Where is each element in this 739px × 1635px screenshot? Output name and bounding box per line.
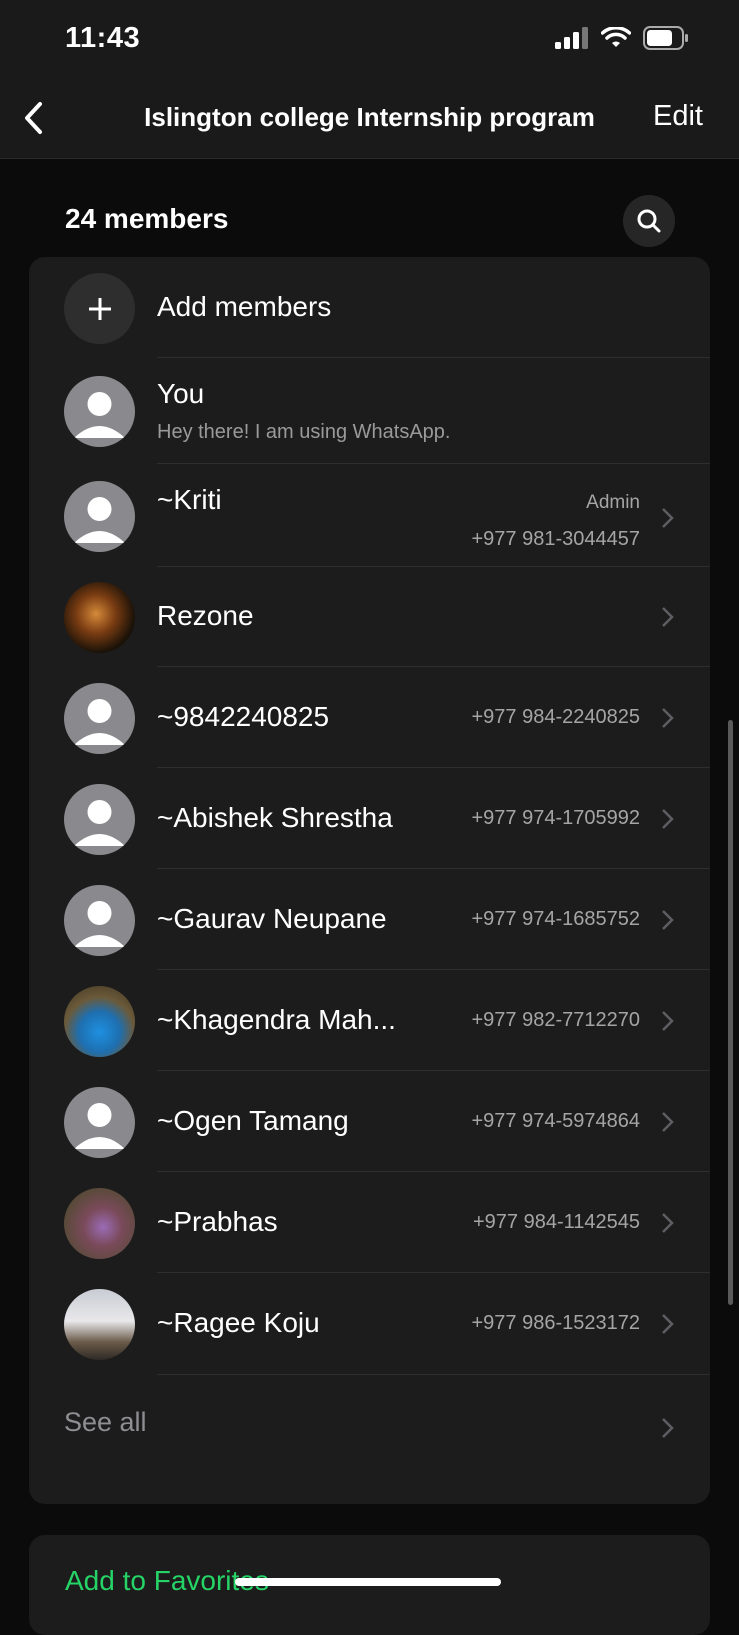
- chevron-right-icon: [662, 1011, 674, 1031]
- member-row[interactable]: Rezone: [29, 567, 710, 667]
- member-name: ~Khagendra Mah...: [157, 1004, 396, 1035]
- status-icons: [555, 26, 689, 50]
- member-name: ~Kriti: [157, 484, 222, 515]
- default-avatar-icon: [64, 376, 135, 447]
- member-name: Rezone: [157, 600, 254, 631]
- member-row[interactable]: ~9842240825 +977 984-2240825: [29, 667, 710, 768]
- member-name: ~Abishek Shrestha: [157, 802, 393, 833]
- member-phone: +977 981-3044457: [471, 528, 641, 550]
- member-phone: +977 986-1523172: [471, 1312, 641, 1334]
- member-name: ~Ragee Koju: [157, 1307, 320, 1338]
- member-phone: +977 984-2240825: [471, 706, 641, 728]
- signal-icon: [555, 27, 588, 49]
- status-bar: 11:43: [0, 0, 739, 80]
- chevron-right-icon: [662, 607, 674, 627]
- chevron-right-icon: [662, 1112, 674, 1132]
- chevron-right-icon: [662, 1213, 674, 1233]
- member-phone: +977 974-1705992: [471, 807, 641, 829]
- chevron-right-icon: [662, 1418, 674, 1438]
- chevron-right-icon: [662, 809, 674, 829]
- photo-avatar: [64, 1188, 135, 1259]
- see-all-row[interactable]: See all: [29, 1375, 710, 1481]
- edit-button[interactable]: Edit: [653, 100, 703, 133]
- members-count: 24 members: [65, 203, 229, 234]
- member-row-you[interactable]: You Hey there! I am using WhatsApp.: [29, 358, 710, 464]
- search-members-button[interactable]: [623, 195, 675, 247]
- member-name: ~Gaurav Neupane: [157, 903, 387, 934]
- nav-bar: Islington college Internship program Edi…: [0, 80, 739, 159]
- default-avatar-icon: [64, 885, 135, 956]
- default-avatar-icon: [64, 481, 135, 552]
- chevron-right-icon: [662, 708, 674, 728]
- member-phone: +977 974-5974864: [471, 1110, 641, 1132]
- search-icon: [637, 209, 661, 233]
- photo-avatar: [64, 1289, 135, 1360]
- member-row[interactable]: ~Ogen Tamang +977 974-5974864: [29, 1071, 710, 1172]
- chevron-right-icon: [662, 1314, 674, 1334]
- status-time: 11:43: [65, 22, 141, 54]
- member-phone: +977 982-7712270: [471, 1009, 641, 1031]
- member-row[interactable]: ~Abishek Shrestha +977 974-1705992: [29, 768, 710, 869]
- add-members-label: Add members: [157, 291, 332, 322]
- default-avatar-icon: [64, 683, 135, 754]
- wifi-icon: [601, 27, 631, 47]
- member-name: You: [157, 378, 205, 409]
- chevron-right-icon: [662, 910, 674, 930]
- home-indicator[interactable]: [235, 1578, 501, 1586]
- member-status: Hey there! I am using WhatsApp.: [157, 421, 451, 443]
- chevron-right-icon: [662, 508, 674, 528]
- battery-icon: [643, 26, 688, 50]
- member-name: ~Ogen Tamang: [157, 1105, 349, 1136]
- add-icon: [64, 273, 135, 344]
- member-row[interactable]: ~Gaurav Neupane +977 974-1685752: [29, 869, 710, 970]
- member-row[interactable]: ~Khagendra Mah... +977 982-7712270: [29, 970, 710, 1071]
- photo-avatar: [64, 986, 135, 1057]
- member-name: ~Prabhas: [157, 1206, 278, 1237]
- see-all-label: See all: [64, 1407, 147, 1437]
- members-card: Add members You Hey there! I am using Wh…: [29, 257, 710, 1504]
- group-title: Islington college Internship program: [144, 102, 595, 132]
- member-row[interactable]: ~Kriti Admin +977 981-3044457: [29, 464, 710, 567]
- member-row[interactable]: ~Prabhas +977 984-1142545: [29, 1172, 710, 1273]
- add-members-row[interactable]: Add members: [29, 257, 710, 358]
- member-phone: +977 974-1685752: [471, 908, 641, 930]
- admin-badge: Admin: [586, 492, 640, 513]
- scrollbar[interactable]: [728, 720, 733, 1305]
- photo-avatar: [64, 582, 135, 653]
- member-phone: +977 984-1142545: [472, 1211, 640, 1233]
- default-avatar-icon: [64, 784, 135, 855]
- member-row[interactable]: ~Ragee Koju +977 986-1523172: [29, 1273, 710, 1375]
- default-avatar-icon: [64, 1087, 135, 1158]
- member-name: ~9842240825: [157, 701, 330, 732]
